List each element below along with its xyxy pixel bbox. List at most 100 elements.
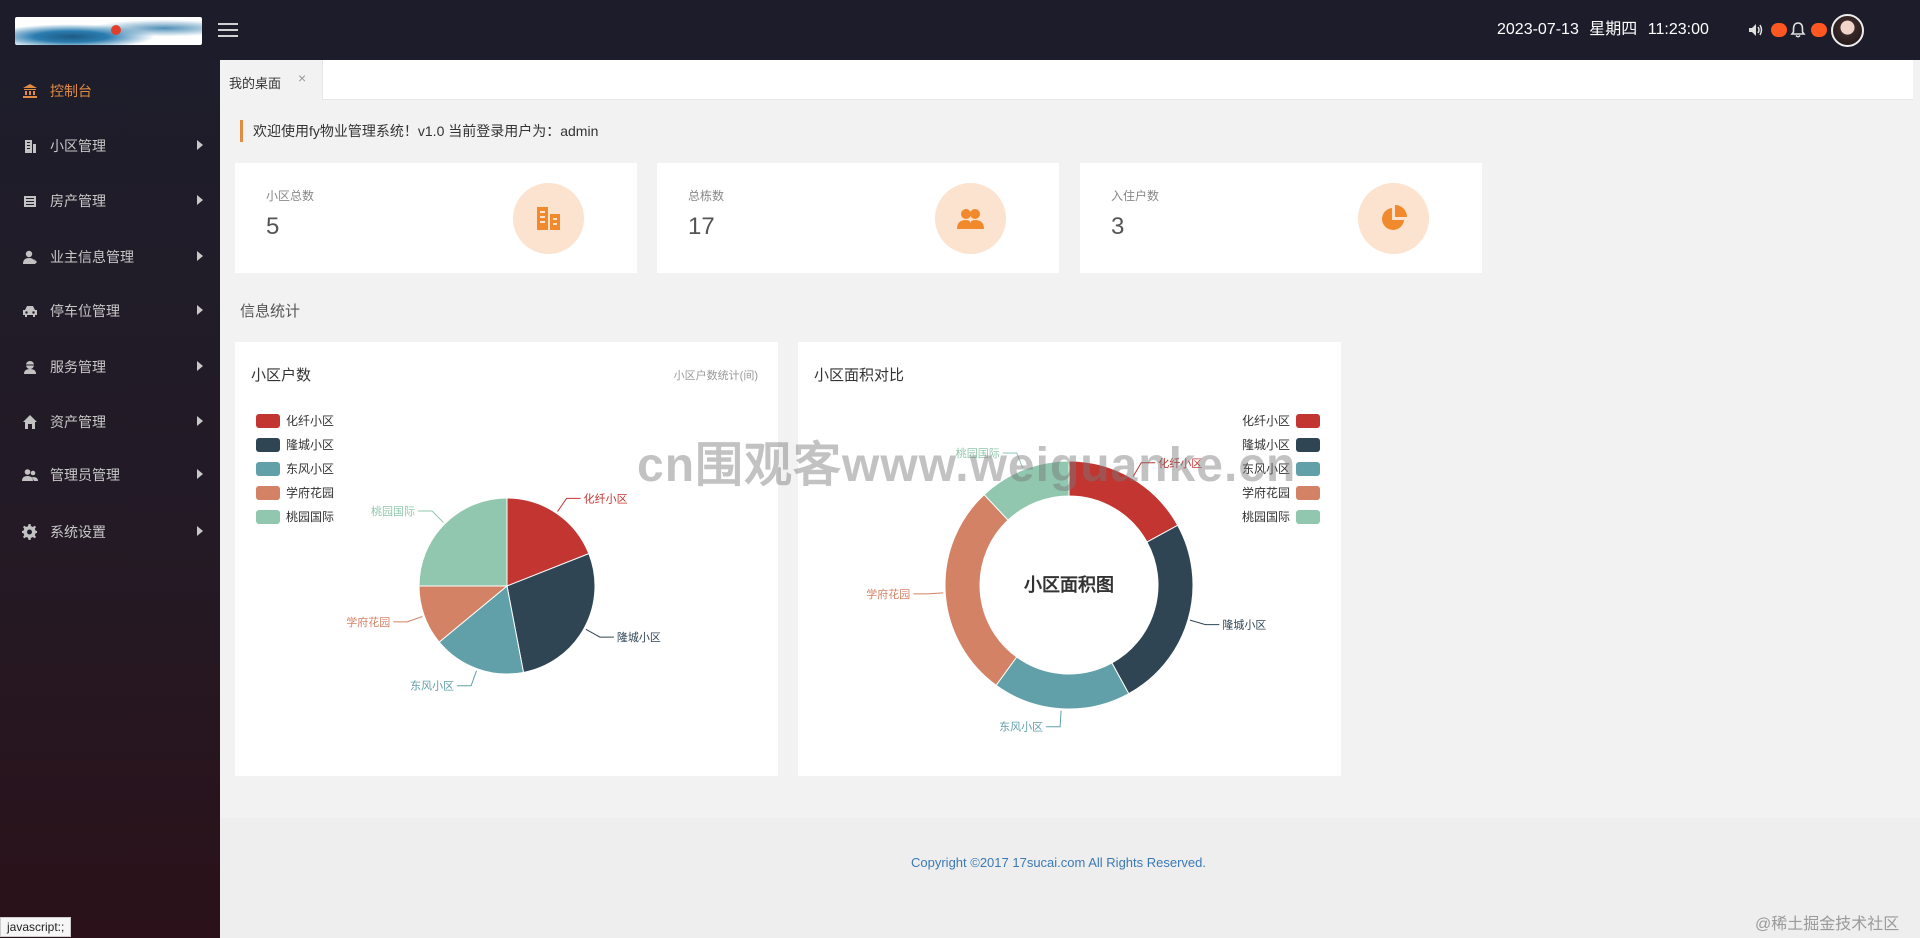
household-pie-chart: 化纤小区隆城小区东风小区学府花园桃园国际化纤小区隆城小区东风小区学府花园桃园国际 — [256, 414, 661, 693]
legend-label: 化纤小区 — [286, 414, 334, 428]
sidebar-item-property[interactable]: 房产管理 — [0, 181, 220, 221]
pie-slice[interactable] — [944, 493, 1018, 687]
slice-leader-line — [557, 497, 581, 512]
date-text: 2023-07-13 — [1497, 21, 1579, 38]
sidebar-item-settings[interactable]: 系统设置 — [0, 512, 220, 552]
slice-leader-line — [913, 592, 944, 595]
chevron-right-icon — [197, 361, 203, 371]
close-icon[interactable]: × — [298, 70, 306, 86]
legend-item[interactable]: 桃园国际 — [256, 509, 334, 524]
slice-label: 学府花园 — [866, 587, 910, 601]
legend-item[interactable]: 化纤小区 — [256, 414, 334, 428]
stat-icon-circle — [1358, 183, 1429, 254]
chevron-right-icon — [197, 195, 203, 205]
sidebar-item-label: 服务管理 — [50, 359, 106, 375]
stat-card-buildings: 总栋数 17 — [657, 163, 1059, 273]
stat-card-households: 入住户数 3 — [1080, 163, 1482, 273]
service-icon — [22, 359, 38, 375]
house-list-icon — [22, 193, 38, 209]
donut-center-label: 小区面积图 — [1024, 575, 1114, 595]
legend-swatch — [1296, 438, 1320, 452]
message-badge[interactable] — [1811, 23, 1827, 37]
slice-label: 隆城小区 — [617, 630, 661, 644]
slice-label: 桃园国际 — [371, 504, 415, 518]
sidebar-item-label: 小区管理 — [50, 138, 106, 154]
sidebar-item-dashboard[interactable]: 控制台 — [0, 71, 220, 111]
slice-label: 隆城小区 — [1222, 618, 1266, 632]
section-title: 信息统计 — [240, 303, 301, 320]
welcome-message: 欢迎使用fy物业管理系统！v1.0 当前登录用户为：admin — [240, 120, 598, 142]
legend-swatch — [256, 510, 280, 524]
logo-dot — [111, 25, 121, 35]
sidebar-item-admins[interactable]: 管理员管理 — [0, 455, 220, 495]
home-icon — [22, 414, 38, 430]
sidebar-item-label: 资产管理 — [50, 414, 106, 430]
tab-scroll-button[interactable] — [1913, 60, 1920, 100]
legend-item[interactable]: 东风小区 — [256, 462, 334, 476]
sidebar-item-label: 管理员管理 — [50, 467, 120, 483]
sidebar-item-label: 业主信息管理 — [50, 249, 134, 265]
hamburger-icon — [218, 23, 238, 25]
car-icon — [22, 303, 38, 319]
top-header: 2023-07-13 星期四 11:23:00 — [0, 0, 1920, 60]
slice-leader-line — [1046, 710, 1062, 728]
legend-swatch — [1296, 486, 1320, 500]
logo-graphic — [15, 17, 202, 45]
sidebar-item-services[interactable]: 服务管理 — [0, 347, 220, 387]
stat-title: 小区总数 — [266, 189, 315, 203]
chevron-right-icon — [197, 416, 203, 426]
sidebar-item-assets[interactable]: 资产管理 — [0, 402, 220, 442]
chevron-right-icon — [197, 251, 203, 261]
legend-swatch — [1296, 462, 1320, 476]
slice-label: 东风小区 — [999, 721, 1043, 734]
legend-swatch — [256, 462, 280, 476]
legend-item[interactable]: 桃园国际 — [1242, 509, 1320, 524]
pie-slice[interactable] — [995, 656, 1130, 710]
notification-badge[interactable] — [1771, 23, 1787, 37]
legend-item[interactable]: 隆城小区 — [256, 437, 334, 452]
sidebar-item-label: 系统设置 — [50, 524, 106, 540]
footer — [220, 818, 1920, 938]
pie-slice[interactable] — [1111, 524, 1194, 695]
sidebar-item-owners[interactable]: 业主信息管理 — [0, 237, 220, 277]
users-icon — [22, 467, 38, 483]
legend-label: 桃园国际 — [1242, 509, 1290, 524]
hamburger-line — [218, 35, 238, 37]
legend-swatch — [256, 486, 280, 500]
menu-toggle-button[interactable] — [218, 19, 240, 41]
watermark: cn围观客www.weiguanke.cn — [637, 439, 1297, 492]
bell-icon[interactable] — [1789, 21, 1807, 39]
stat-title: 入住户数 — [1111, 189, 1160, 203]
building-icon — [22, 138, 38, 154]
legend-swatch — [1296, 414, 1320, 428]
stat-value: 3 — [1111, 213, 1125, 240]
tab-bar: 我的桌面 × — [220, 60, 1920, 100]
slice-leader-line — [393, 616, 423, 623]
users-icon — [957, 209, 984, 229]
sidebar-item-parking[interactable]: 停车位管理 — [0, 291, 220, 331]
chart-panel-households: 小区户数 小区户数统计(间) 化纤小区 隆城小区 东风小区 学府花园 桃园国际 化纤小区隆… — [235, 342, 778, 776]
chart-panel-area: 小区面积对比 化纤小区 隆城小区 东风小区 学府花园 桃园国际 化纤小区 隆城小区 东风小区学… — [798, 342, 1341, 776]
avatar[interactable] — [1831, 14, 1864, 47]
stat-value: 5 — [266, 213, 280, 240]
legend-swatch — [1296, 510, 1320, 524]
slice-label: 东风小区 — [410, 680, 454, 693]
stat-card-communities: 小区总数 5 — [235, 163, 637, 273]
legend-swatch — [256, 414, 280, 428]
user-icon — [22, 249, 38, 265]
area-donut-chart: 化纤小区隆城小区东风小区学府花园桃园国际化纤小区隆城小区东风小区学府花园桃园国际… — [866, 414, 1320, 734]
sidebar-item-label: 停车位管理 — [50, 303, 120, 319]
hamburger-line — [218, 29, 238, 31]
legend-item[interactable]: 学府花园 — [256, 485, 334, 500]
logo[interactable] — [15, 17, 202, 45]
sidebar-item-label: 控制台 — [50, 83, 92, 99]
building-icon — [537, 207, 560, 230]
sound-icon[interactable] — [1747, 21, 1765, 39]
stat-value: 17 — [688, 213, 715, 240]
datetime-display: 2023-07-13 星期四 11:23:00 — [1497, 20, 1715, 40]
stat-icon-circle — [513, 183, 584, 254]
tab-my-desktop[interactable]: 我的桌面 × — [220, 60, 323, 100]
slice-leader-line — [457, 670, 477, 687]
pie-icon — [1382, 205, 1407, 230]
sidebar-item-community[interactable]: 小区管理 — [0, 126, 220, 166]
